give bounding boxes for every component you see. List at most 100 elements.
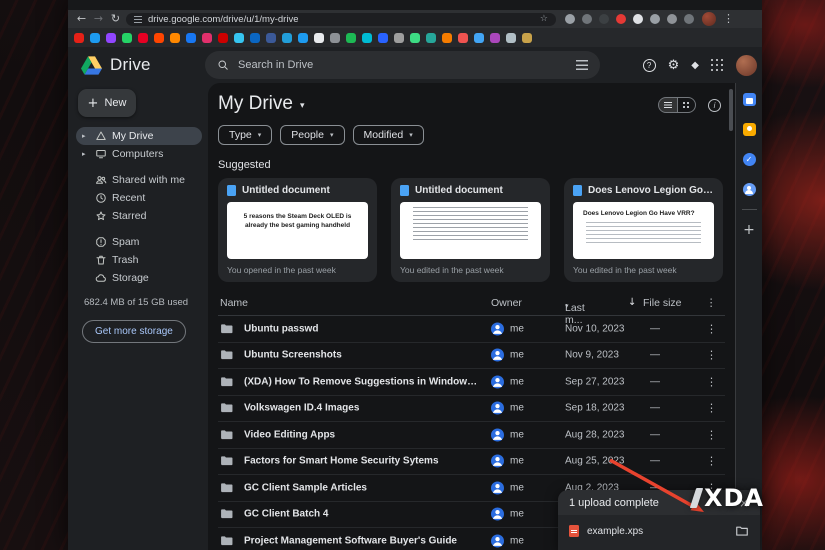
- file-row[interactable]: Factors for Smart Home Security Sytems m…: [218, 449, 725, 476]
- extension-icon[interactable]: [565, 14, 575, 24]
- more-options-icon[interactable]: ⋮: [706, 349, 717, 362]
- apps-grid-icon[interactable]: [711, 59, 713, 61]
- suggested-card[interactable]: Does Lenovo Legion Go Have VRR Does Leno…: [564, 178, 723, 282]
- filter-chip[interactable]: Type ▾: [218, 125, 272, 145]
- get-more-storage-button[interactable]: Get more storage: [82, 320, 186, 343]
- settings-gear-icon[interactable]: ⚙: [668, 58, 680, 73]
- help-icon[interactable]: ?: [643, 59, 656, 72]
- expand-caret-icon[interactable]: ▸: [82, 150, 90, 158]
- forward-icon[interactable]: →: [90, 10, 107, 28]
- bookmark-star-icon[interactable]: ☆: [540, 13, 548, 26]
- sidebar-item-starred[interactable]: Starred: [76, 207, 202, 225]
- browser-menu-icon[interactable]: ⋮: [723, 10, 734, 28]
- sidebar-item-storage[interactable]: Storage: [76, 269, 202, 287]
- bookmark-favicon[interactable]: [250, 33, 260, 43]
- sidebar-item-shared[interactable]: Shared with me: [76, 171, 202, 189]
- bookmark-favicon[interactable]: [506, 33, 516, 43]
- contacts-icon[interactable]: [743, 183, 756, 196]
- sidebar-item-recent[interactable]: Recent: [76, 189, 202, 207]
- extension-icon[interactable]: [633, 14, 643, 24]
- bookmark-favicon[interactable]: [394, 33, 404, 43]
- sidebar-item-computers[interactable]: ▸ Computers: [76, 145, 202, 163]
- more-options-icon[interactable]: ⋮: [706, 375, 717, 388]
- bookmark-favicon[interactable]: [314, 33, 324, 43]
- sidebar-item-trash[interactable]: Trash: [76, 251, 202, 269]
- bookmark-favicon[interactable]: [202, 33, 212, 43]
- bookmark-favicon[interactable]: [346, 33, 356, 43]
- file-row[interactable]: Ubuntu passwd me Nov 10, 2023 — ⋮: [218, 316, 725, 343]
- bookmark-favicon[interactable]: [122, 33, 132, 43]
- column-owner[interactable]: Owner: [491, 297, 522, 309]
- more-options-icon[interactable]: ⋮: [706, 402, 717, 415]
- bookmark-favicon[interactable]: [90, 33, 100, 43]
- bookmark-favicon[interactable]: [234, 33, 244, 43]
- scrollbar-thumb[interactable]: [729, 89, 733, 131]
- bookmark-favicon[interactable]: [410, 33, 420, 43]
- extension-icon[interactable]: [684, 14, 694, 24]
- more-options-icon[interactable]: ⋮: [706, 428, 717, 441]
- bookmark-favicon[interactable]: [442, 33, 452, 43]
- bookmark-favicon[interactable]: [522, 33, 532, 43]
- address-bar[interactable]: drive.google.com/drive/u/1/my-drive ☆: [126, 13, 556, 26]
- file-row[interactable]: Video Editing Apps me Aug 28, 2023 — ⋮: [218, 422, 725, 449]
- extension-icon[interactable]: [582, 14, 592, 24]
- new-button[interactable]: + New: [78, 89, 136, 117]
- filter-chip[interactable]: Modified ▾: [353, 125, 424, 145]
- column-file-size[interactable]: File size: [643, 297, 682, 309]
- suggested-card[interactable]: Untitled document You edited in the past…: [391, 178, 550, 282]
- extension-icon[interactable]: [599, 14, 609, 24]
- bookmark-favicon[interactable]: [458, 33, 468, 43]
- sidebar-item-spam[interactable]: Spam: [76, 233, 202, 251]
- view-toggle[interactable]: [658, 97, 696, 113]
- bookmark-favicon[interactable]: [298, 33, 308, 43]
- sparkle-icon[interactable]: ◆: [691, 60, 699, 71]
- bookmark-favicon[interactable]: [106, 33, 116, 43]
- list-view-icon[interactable]: [659, 98, 678, 112]
- more-options-icon[interactable]: ⋮: [706, 455, 717, 468]
- bookmark-favicon[interactable]: [362, 33, 372, 43]
- site-info-icon[interactable]: [134, 16, 142, 23]
- bookmark-favicon[interactable]: [426, 33, 436, 43]
- locate-folder-icon[interactable]: [735, 524, 749, 538]
- file-row[interactable]: Ubuntu Screenshots me Nov 9, 2023 — ⋮: [218, 343, 725, 370]
- filter-chip[interactable]: People ▾: [280, 125, 344, 145]
- bookmark-favicon[interactable]: [490, 33, 500, 43]
- search-bar[interactable]: [205, 51, 600, 79]
- keep-icon[interactable]: [743, 123, 756, 136]
- bookmark-favicon[interactable]: [282, 33, 292, 43]
- bookmark-favicon[interactable]: [154, 33, 164, 43]
- bookmark-favicon[interactable]: [474, 33, 484, 43]
- search-input[interactable]: [238, 59, 567, 71]
- sidebar-item-my-drive[interactable]: ▸ My Drive: [76, 127, 202, 145]
- back-icon[interactable]: ←: [73, 10, 90, 28]
- bookmark-favicon[interactable]: [186, 33, 196, 43]
- grid-view-icon[interactable]: [678, 98, 696, 112]
- bookmark-favicon[interactable]: [378, 33, 388, 43]
- tasks-icon[interactable]: ✓: [743, 153, 756, 166]
- extension-icon[interactable]: [667, 14, 677, 24]
- file-row[interactable]: (XDA) How To Remove Suggestions in Windo…: [218, 369, 725, 396]
- bookmark-favicon[interactable]: [170, 33, 180, 43]
- sort-direction-icon[interactable]: ↓: [628, 297, 636, 308]
- suggested-card[interactable]: Untitled document 5 reasons the Steam De…: [218, 178, 377, 282]
- search-filter-icon[interactable]: [576, 60, 588, 70]
- calendar-icon[interactable]: [743, 93, 756, 106]
- bookmark-favicon[interactable]: [266, 33, 276, 43]
- bookmark-favicon[interactable]: [330, 33, 340, 43]
- bookmark-favicon[interactable]: [138, 33, 148, 43]
- expand-caret-icon[interactable]: ▸: [82, 132, 90, 140]
- column-name[interactable]: Name: [220, 297, 248, 309]
- reload-icon[interactable]: ↻: [107, 10, 124, 28]
- uploaded-file-row[interactable]: example.xps: [558, 515, 760, 538]
- browser-profile-avatar[interactable]: [702, 12, 716, 26]
- bookmark-favicon[interactable]: [218, 33, 228, 43]
- extension-icon[interactable]: [650, 14, 660, 24]
- details-info-icon[interactable]: i: [708, 99, 721, 112]
- title-dropdown-caret-icon[interactable]: ▾: [300, 101, 305, 111]
- add-addon-icon[interactable]: +: [743, 223, 755, 237]
- file-row[interactable]: Volkswagen ID.4 Images me Sep 18, 2023 —…: [218, 396, 725, 423]
- more-options-icon[interactable]: ⋮: [706, 297, 717, 309]
- extension-icon[interactable]: [616, 14, 626, 24]
- bookmark-favicon[interactable]: [74, 33, 84, 43]
- more-options-icon[interactable]: ⋮: [706, 322, 717, 335]
